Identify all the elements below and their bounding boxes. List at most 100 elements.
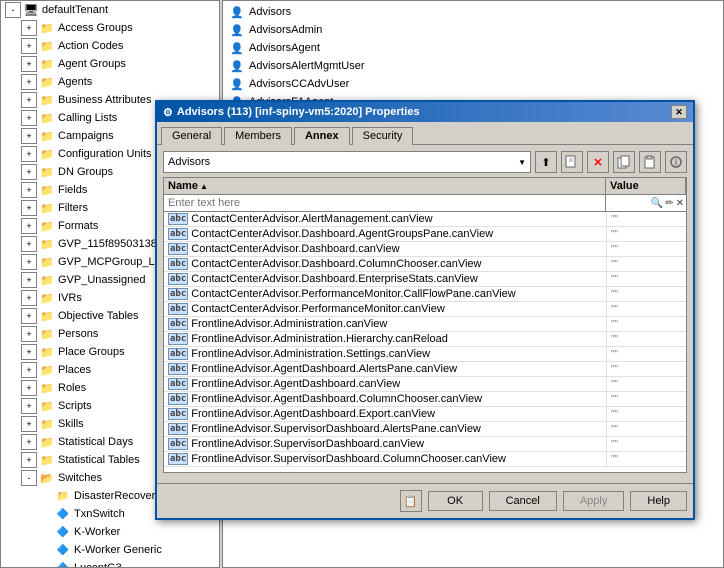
- table-row[interactable]: abc FrontlineAdvisor.AgentDashboard.Expo…: [164, 407, 686, 422]
- table-row[interactable]: abc ContactCenterAdvisor.AlertManagement…: [164, 212, 686, 227]
- table-cell-value: "": [606, 392, 686, 406]
- dropdown-value: Advisors: [168, 156, 210, 168]
- modal-dialog: ⚙ Advisors (113) [inf-spiny-vm5:2020] Pr…: [155, 100, 695, 520]
- nav-up-button[interactable]: ⬆: [535, 151, 557, 173]
- modal-overlay: ⚙ Advisors (113) [inf-spiny-vm5:2020] Pr…: [0, 0, 724, 568]
- value-text: "": [611, 364, 618, 375]
- tab-general[interactable]: General: [161, 127, 222, 145]
- type-icon: abc: [168, 243, 188, 255]
- table-body: abc ContactCenterAdvisor.AlertManagement…: [164, 212, 686, 472]
- table-cell-value: "": [606, 407, 686, 421]
- properties-button[interactable]: i: [665, 151, 687, 173]
- filter-icon-search[interactable]: 🔍: [651, 198, 663, 209]
- value-text: "": [611, 244, 618, 255]
- table-cell-name: abc FrontlineAdvisor.SupervisorDashboard…: [164, 452, 606, 466]
- value-text: "": [611, 259, 618, 270]
- modal-title-left: ⚙ Advisors (113) [inf-spiny-vm5:2020] Pr…: [163, 106, 420, 119]
- type-icon: abc: [168, 228, 188, 240]
- cancel-button[interactable]: Cancel: [489, 491, 557, 511]
- sort-arrow-icon: ▲: [200, 182, 208, 191]
- table-cell-value: "": [606, 437, 686, 451]
- cell-name-text: FrontlineAdvisor.Administration.Settings…: [191, 348, 430, 360]
- type-icon: abc: [168, 348, 188, 360]
- table-cell-name: abc FrontlineAdvisor.AgentDashboard.Colu…: [164, 392, 606, 406]
- table-cell-name: abc FrontlineAdvisor.AgentDashboard.Expo…: [164, 407, 606, 421]
- type-icon: abc: [168, 303, 188, 315]
- new-button[interactable]: [561, 151, 583, 173]
- annex-table: Name ▲ Value 🔍 ✏ ✕: [163, 177, 687, 473]
- filter-value-area: 🔍 ✏ ✕: [606, 195, 686, 211]
- modal-titlebar: ⚙ Advisors (113) [inf-spiny-vm5:2020] Pr…: [157, 102, 693, 122]
- tab-members[interactable]: Members: [224, 127, 292, 145]
- cell-name-text: FrontlineAdvisor.Administration.Hierarch…: [191, 333, 448, 345]
- value-text: "": [611, 439, 618, 450]
- value-text: "": [611, 349, 618, 360]
- help-button[interactable]: Help: [630, 491, 687, 511]
- table-row[interactable]: abc FrontlineAdvisor.SupervisorDashboard…: [164, 437, 686, 452]
- footer-copy-button[interactable]: 📋: [400, 490, 422, 512]
- table-row[interactable]: abc ContactCenterAdvisor.PerformanceMoni…: [164, 287, 686, 302]
- column-header-name[interactable]: Name ▲: [164, 178, 606, 194]
- table-cell-name: abc ContactCenterAdvisor.Dashboard.Agent…: [164, 227, 606, 241]
- cell-name-text: FrontlineAdvisor.AgentDashboard.AlertsPa…: [191, 363, 457, 375]
- table-row[interactable]: abc FrontlineAdvisor.Administration.canV…: [164, 317, 686, 332]
- table-cell-name: abc FrontlineAdvisor.Administration.Hier…: [164, 332, 606, 346]
- value-text: "": [611, 214, 618, 225]
- table-filter-row: 🔍 ✏ ✕: [164, 195, 686, 212]
- table-cell-name: abc FrontlineAdvisor.Administration.Sett…: [164, 347, 606, 361]
- table-row[interactable]: abc ContactCenterAdvisor.PerformanceMoni…: [164, 302, 686, 317]
- ok-button[interactable]: OK: [428, 491, 483, 511]
- table-row[interactable]: abc FrontlineAdvisor.SupervisorDashboard…: [164, 422, 686, 437]
- cell-name-text: ContactCenterAdvisor.Dashboard.Enterpris…: [191, 273, 478, 285]
- table-row[interactable]: abc FrontlineAdvisor.AgentDashboard.Colu…: [164, 392, 686, 407]
- table-cell-value: "": [606, 212, 686, 226]
- table-cell-name: abc FrontlineAdvisor.SupervisorDashboard…: [164, 422, 606, 436]
- table-cell-value: "": [606, 377, 686, 391]
- copy-button[interactable]: [613, 151, 635, 173]
- table-cell-value: "": [606, 287, 686, 301]
- table-header: Name ▲ Value: [164, 178, 686, 195]
- table-row[interactable]: abc FrontlineAdvisor.AgentDashboard.Aler…: [164, 362, 686, 377]
- table-cell-name: abc ContactCenterAdvisor.Dashboard.Colum…: [164, 257, 606, 271]
- tab-security[interactable]: Security: [352, 127, 414, 145]
- table-row[interactable]: abc ContactCenterAdvisor.Dashboard.canVi…: [164, 242, 686, 257]
- table-row[interactable]: abc FrontlineAdvisor.Administration.Hier…: [164, 332, 686, 347]
- modal-footer: 📋 OK Cancel Apply Help: [157, 483, 693, 518]
- value-text: "": [611, 289, 618, 300]
- column-header-value[interactable]: Value: [606, 178, 686, 194]
- table-row[interactable]: abc ContactCenterAdvisor.Dashboard.Enter…: [164, 272, 686, 287]
- cell-name-text: FrontlineAdvisor.AgentDashboard.canView: [191, 378, 400, 390]
- table-cell-value: "": [606, 272, 686, 286]
- value-text: "": [611, 409, 618, 420]
- value-text: "": [611, 394, 618, 405]
- cell-name-text: FrontlineAdvisor.SupervisorDashboard.Ale…: [191, 423, 481, 435]
- table-cell-value: "": [606, 242, 686, 256]
- table-row[interactable]: abc FrontlineAdvisor.AgentDashboard.canV…: [164, 377, 686, 392]
- table-cell-name: abc FrontlineAdvisor.AgentDashboard.Aler…: [164, 362, 606, 376]
- cell-name-text: FrontlineAdvisor.SupervisorDashboard.Col…: [191, 453, 506, 465]
- table-row[interactable]: abc ContactCenterAdvisor.Dashboard.Agent…: [164, 227, 686, 242]
- filter-input[interactable]: [164, 195, 606, 211]
- type-icon: abc: [168, 273, 188, 285]
- tab-annex[interactable]: Annex: [294, 127, 350, 145]
- table-row[interactable]: abc FrontlineAdvisor.SupervisorDashboard…: [164, 452, 686, 467]
- table-cell-name: abc ContactCenterAdvisor.Dashboard.Enter…: [164, 272, 606, 286]
- value-text: "": [611, 454, 618, 465]
- modal-close-button[interactable]: ✕: [671, 105, 687, 119]
- value-text: "": [611, 304, 618, 315]
- table-row[interactable]: abc FrontlineAdvisor.Administration.Sett…: [164, 347, 686, 362]
- delete-button[interactable]: ✕: [587, 151, 609, 173]
- table-row[interactable]: abc ContactCenterAdvisor.Dashboard.Colum…: [164, 257, 686, 272]
- table-cell-value: "": [606, 347, 686, 361]
- annex-dropdown[interactable]: Advisors ▼: [163, 151, 531, 173]
- value-text: "": [611, 379, 618, 390]
- filter-icon-edit[interactable]: ✏: [665, 198, 673, 209]
- apply-button[interactable]: Apply: [563, 491, 625, 511]
- table-cell-value: "": [606, 422, 686, 436]
- cell-name-text: FrontlineAdvisor.Administration.canView: [191, 318, 387, 330]
- table-cell-name: abc FrontlineAdvisor.SupervisorDashboard…: [164, 437, 606, 451]
- filter-icon-clear[interactable]: ✕: [676, 198, 684, 209]
- modal-tabs: General Members Annex Security: [157, 122, 693, 145]
- table-cell-value: "": [606, 362, 686, 376]
- paste-button[interactable]: [639, 151, 661, 173]
